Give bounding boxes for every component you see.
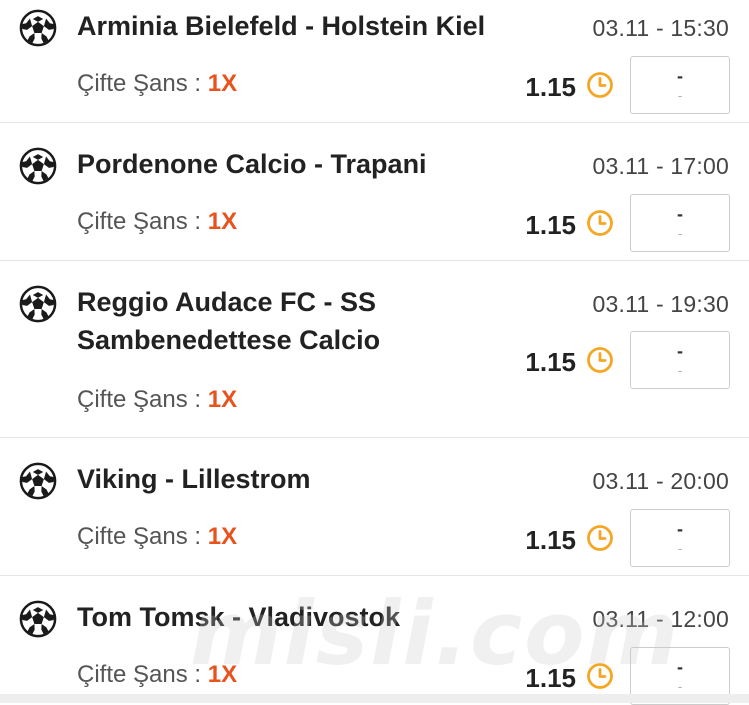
match-row[interactable]: Pordenone Calcio - Trapani 03.11 - 17:00… [0,123,749,261]
score-top: - [677,657,683,677]
match-row[interactable]: Arminia Bielefeld - Holstein Kiel 03.11 … [0,0,749,123]
football-icon [19,462,57,500]
match-teams: Tom Tomsk - Vladivostok [77,602,401,632]
match-teams: Viking - Lillestrom [77,464,311,494]
match-teams-line2: Sambenedettese Calcio [77,325,381,355]
match-datetime: 03.11 - 20:00 [592,468,729,494]
score-bottom: - [677,541,683,556]
odd-value: 1.15 [525,663,576,693]
bet-info: Çifte Şans : 1X [77,207,237,237]
football-icon [19,9,57,47]
bet-label: Çifte Şans : [77,386,208,413]
bet-info: Çifte Şans : 1X [77,69,237,99]
odd-value: 1.15 [525,347,576,377]
score-top: - [677,204,683,224]
bet-pick: 1X [207,70,238,97]
odd-value: 1.15 [525,525,576,555]
bet-info: Çifte Şans : 1X [77,385,237,415]
match-list: Arminia Bielefeld - Holstein Kiel 03.11 … [0,0,749,705]
bet-label: Çifte Şans : [77,70,208,97]
match-datetime: 03.11 - 17:00 [592,153,729,179]
match-teams: Reggio Audace FC - SS Sambenedettese Cal… [77,283,547,359]
bet-info: Çifte Şans : 1X [77,522,237,552]
bet-label: Çifte Şans : [77,661,208,688]
football-icon [19,285,57,323]
match-teams-line1: Reggio Audace FC - SS [77,287,377,317]
clock-icon [586,71,614,99]
match-datetime: 03.11 - 12:00 [592,606,729,632]
clock-icon [586,662,614,690]
football-icon [19,147,57,185]
score-bottom: - [677,88,683,103]
odd-value: 1.15 [525,72,576,102]
match-teams: Arminia Bielefeld - Holstein Kiel [77,11,486,41]
clock-icon [586,346,614,374]
clock-icon [586,524,614,552]
bet-label: Çifte Şans : [77,523,208,550]
bet-label: Çifte Şans : [77,208,208,235]
bet-pick: 1X [207,661,238,688]
match-row[interactable]: Tom Tomsk - Vladivostok 03.11 - 12:00 Çi… [0,576,749,705]
match-teams: Pordenone Calcio - Trapani [77,149,427,179]
clock-icon [586,209,614,237]
bottom-divider [0,694,749,703]
match-datetime: 03.11 - 15:30 [592,15,729,41]
bet-pick: 1X [207,208,238,235]
match-row[interactable]: Viking - Lillestrom 03.11 - 20:00 Çifte … [0,438,749,576]
bet-pick: 1X [207,386,238,413]
score-box[interactable]: - - [630,56,730,114]
bet-info: Çifte Şans : 1X [77,660,237,690]
score-top: - [677,341,683,361]
score-bottom: - [677,679,683,694]
score-top: - [677,66,683,86]
bet-pick: 1X [207,523,238,550]
match-datetime: 03.11 - 19:30 [592,291,729,317]
score-top: - [677,519,683,539]
match-row[interactable]: Reggio Audace FC - SS Sambenedettese Cal… [0,261,749,438]
score-bottom: - [677,363,683,378]
score-box[interactable]: - - [630,331,730,389]
odd-value: 1.15 [525,210,576,240]
football-icon [19,600,57,638]
score-bottom: - [677,226,683,241]
score-box[interactable]: - - [630,194,730,252]
score-box[interactable]: - - [630,509,730,567]
